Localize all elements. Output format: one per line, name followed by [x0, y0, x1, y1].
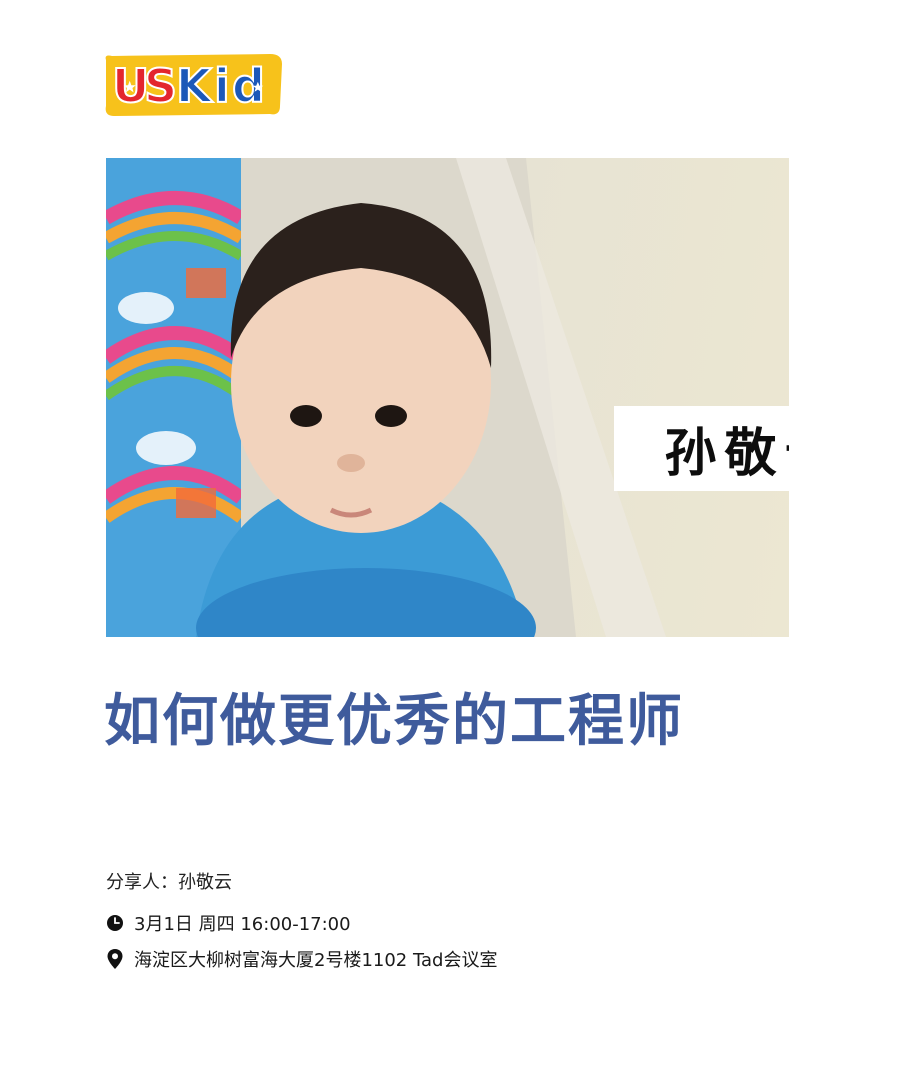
svg-text:S: S	[144, 59, 177, 113]
name-overlay-text: 孙敬云	[664, 423, 789, 484]
uskid-logo-graphic: U S K i d	[105, 54, 282, 116]
name-overlay-card: 孙敬云	[614, 406, 789, 491]
map-pin-icon	[107, 949, 123, 969]
event-title: 如何做更优秀的工程师	[104, 689, 684, 754]
speaker-photo: 孙敬云	[106, 158, 789, 637]
uskid-logo: U S K i d	[100, 50, 286, 120]
svg-text:i: i	[214, 59, 230, 113]
speaker-photo-illustration	[106, 158, 666, 637]
clock-icon	[107, 915, 123, 931]
event-time-row: 3月1日 周四 16:00-17:00	[106, 910, 351, 936]
event-location: 海淀区大柳树富海大厦2号楼1102 Tad会议室	[134, 950, 498, 971]
speaker-name: 孙敬云	[178, 872, 232, 893]
event-location-row: 海淀区大柳树富海大厦2号楼1102 Tad会议室	[106, 946, 497, 972]
svg-text:K: K	[176, 59, 214, 113]
speaker-label: 分享人：	[106, 872, 178, 893]
event-time: 3月1日 周四 16:00-17:00	[134, 914, 351, 935]
speaker-line: 分享人：孙敬云	[106, 868, 232, 894]
